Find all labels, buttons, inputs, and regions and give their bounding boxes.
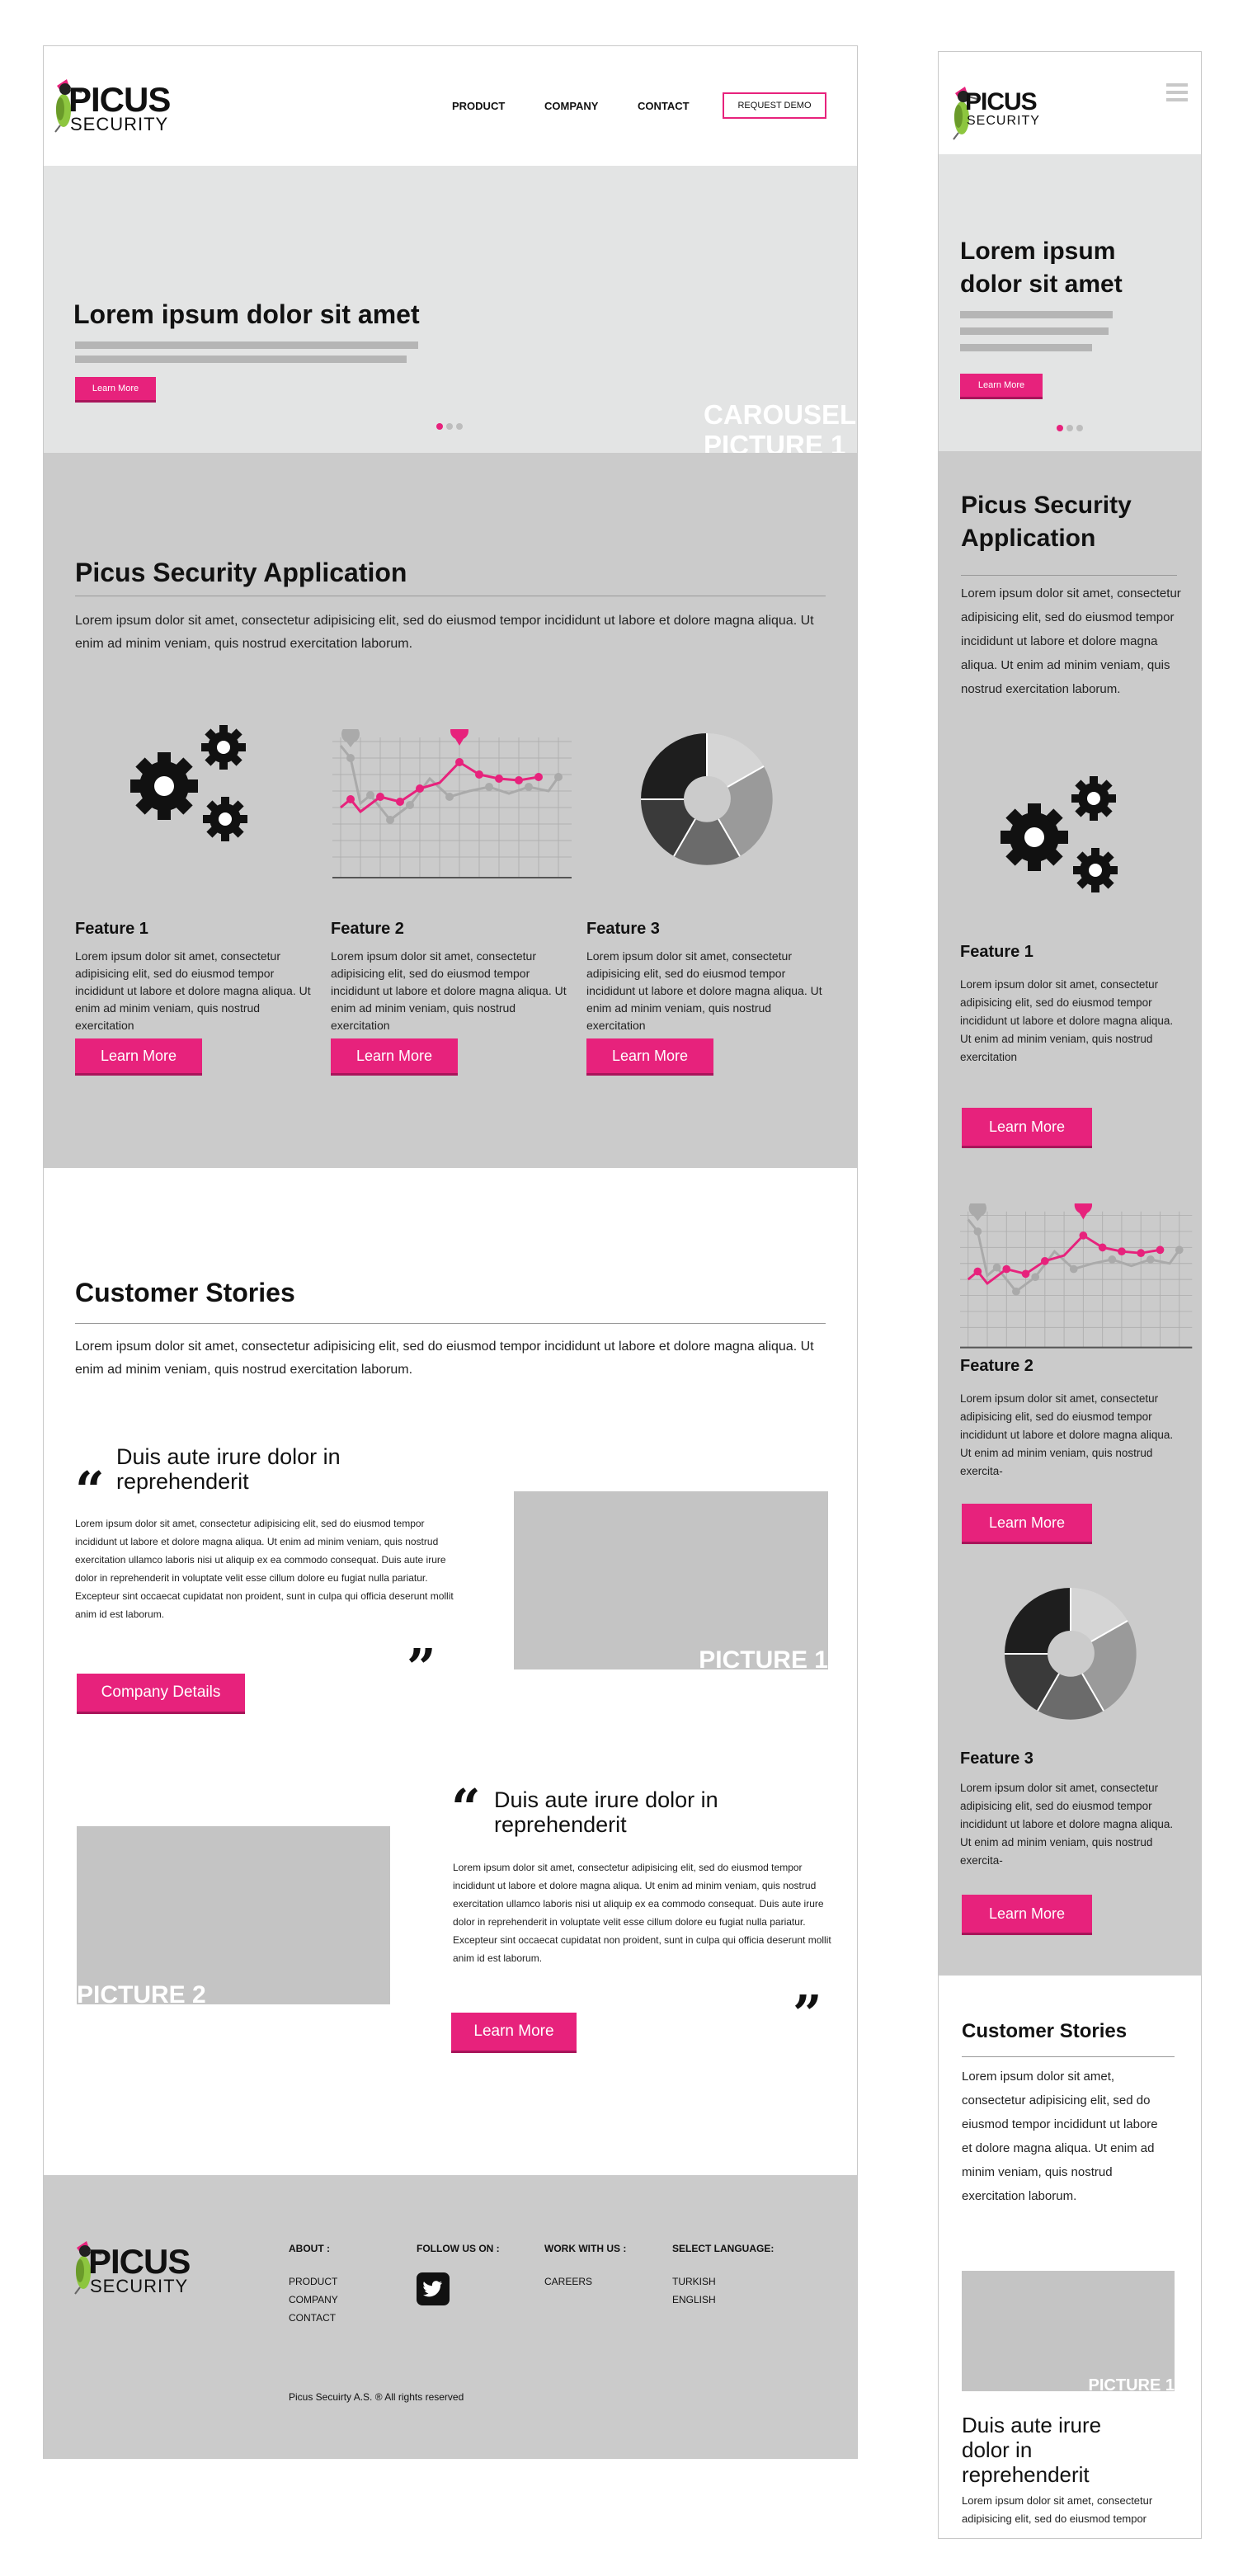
donut-chart-icon — [641, 733, 773, 865]
story-1-text: Lorem ipsum dolor sit amet, consectetur … — [75, 1518, 454, 1620]
desktop-frame: PICUS SECURITY PRODUCT COMPANY CONTACT R… — [43, 45, 858, 2459]
mobile-feature-1-text: Lorem ipsum dolor sit amet, consectetur … — [960, 978, 1174, 1063]
picture-1: PICTURE 1 — [514, 1491, 828, 1674]
logo-word: PICUS — [68, 80, 171, 119]
mobile-stories-text: Lorem ipsum dolor sit amet, consectetur … — [962, 2070, 1158, 2203]
feature-3-text: Lorem ipsum dolor sit amet, consectetur … — [586, 949, 822, 1032]
nav-contact[interactable]: CONTACT — [638, 100, 690, 112]
mobile-picture-1-label: PICTURE 1 — [1088, 2376, 1175, 2395]
logo[interactable]: PICUS SECURITY — [49, 78, 197, 135]
hero-line-1 — [75, 341, 418, 349]
footer: PICUS SECURITY ABOUT : PRODUCT COMPANY C… — [44, 2175, 857, 2458]
footer-copyright: Picus Secuirty A.S. ® All rights reserve… — [289, 2391, 464, 2403]
footer-logo-word: PICUS — [88, 2242, 191, 2281]
footer-about-product[interactable]: PRODUCT — [289, 2272, 337, 2291]
mobile-feature-1-title: Feature 1 — [960, 943, 1033, 961]
story-2-title: Duis aute irure dolor in reprehenderit — [494, 1787, 718, 1837]
mobile-hero-line-2 — [960, 327, 1109, 335]
story-2-text: Lorem ipsum dolor sit amet, consectetur … — [453, 1862, 831, 1964]
company-details-button[interactable]: Company Details — [77, 1674, 245, 1712]
footer-about-heading: ABOUT : — [289, 2243, 330, 2254]
mobile-feature-3-text: Lorem ipsum dolor sit amet, consectetur … — [960, 1782, 1174, 1867]
mobile-feature-2-learn-more-button[interactable]: Learn More — [962, 1504, 1092, 1542]
mobile-feature-2-title: Feature 2 — [960, 1357, 1033, 1375]
nav-company[interactable]: COMPANY — [544, 100, 598, 112]
hero-learn-more-button[interactable]: Learn More — [75, 377, 156, 400]
footer-work-careers[interactable]: CAREERS — [544, 2272, 592, 2291]
mobile-stories-title: Customer Stories — [962, 2020, 1128, 2042]
mobile-app-title: Picus Security Application — [961, 492, 1132, 552]
app-text: Lorem ipsum dolor sit amet, consectetur … — [75, 614, 814, 651]
hero-title: Lorem ipsum dolor sit amet — [73, 299, 420, 329]
mobile-feature-1-learn-more-button[interactable]: Learn More — [962, 1108, 1092, 1146]
footer-language-heading: SELECT LANGUAGE: — [672, 2243, 775, 2254]
hero-carousel: Lorem ipsum dolor sit amet Learn More CA… — [44, 166, 857, 460]
mobile-hero: Lorem ipsum dolor sit amet Learn More — [939, 154, 1201, 451]
mobile-picture-1: PICTURE 1 — [962, 2271, 1175, 2395]
story-2-learn-more-button[interactable]: Learn More — [451, 2013, 577, 2051]
carousel-dots[interactable] — [436, 423, 463, 430]
footer-about-company[interactable]: COMPANY — [289, 2291, 338, 2309]
quote-open-icon: “ — [75, 1460, 105, 1520]
mobile-feature-2-text: Lorem ipsum dolor sit amet, consectetur … — [960, 1392, 1174, 1477]
mobile-carousel-dots[interactable] — [1057, 425, 1083, 431]
quote-close-icon: ” — [407, 1637, 436, 1698]
quote-close-icon-2: ” — [793, 1984, 822, 2044]
request-demo-button[interactable]: REQUEST DEMO — [723, 92, 826, 119]
mobile-app-divider — [961, 575, 1177, 576]
mobile-hero-line-3 — [960, 344, 1092, 351]
app-title: Picus Security Application — [75, 558, 407, 587]
mobile-application-section: Picus Security Application Lorem ipsum d… — [939, 451, 1201, 1976]
feature-2-title: Feature 2 — [331, 920, 404, 938]
footer-logo-sub: SECURITY — [90, 2276, 189, 2296]
hamburger-menu-icon[interactable] — [1166, 83, 1188, 101]
footer-about-contact[interactable]: CONTACT — [289, 2309, 336, 2327]
quote-open-icon-2: “ — [451, 1778, 481, 1838]
mobile-donut-chart-icon — [1005, 1588, 1137, 1720]
mobile-hero-learn-more-button[interactable]: Learn More — [960, 374, 1043, 397]
mobile-story-text: Lorem ipsum dolor sit amet, consectetur … — [962, 2494, 1153, 2525]
hero-watermark: CAROUSEL PICTURE 1 — [704, 399, 856, 460]
footer-follow-heading: FOLLOW US ON : — [417, 2243, 500, 2254]
footer-language-turkish[interactable]: TURKISH — [672, 2272, 716, 2291]
mobile-story-title: Duis aute irure dolor in reprehenderit — [962, 2413, 1102, 2487]
hero-line-2 — [75, 356, 407, 363]
feature-2-text: Lorem ipsum dolor sit amet, consectetur … — [331, 949, 567, 1032]
mobile-feature-3-title: Feature 3 — [960, 1750, 1033, 1768]
application-section: Picus Security Application Lorem ipsum d… — [44, 453, 857, 1168]
mobile-line-chart-icon — [960, 1203, 1194, 1349]
mobile-frame: PICUS SECURITY Lorem ipsum dolor sit ame… — [938, 51, 1202, 2539]
mobile-feature-3-learn-more-button[interactable]: Learn More — [962, 1895, 1092, 1933]
picture-1-label: PICTURE 1 — [699, 1646, 828, 1674]
feature-3-title: Feature 3 — [586, 920, 660, 938]
mobile-hero-line-1 — [960, 311, 1113, 318]
gears-icon — [130, 725, 247, 841]
mobile-app-text: Lorem ipsum dolor sit amet, consectetur … — [961, 586, 1181, 696]
mobile-logo-sub: SECURITY — [967, 114, 1040, 128]
logo-sub: SECURITY — [70, 114, 169, 134]
nav-product[interactable]: PRODUCT — [452, 100, 505, 112]
mobile-hero-title: Lorem ipsum dolor sit amet — [960, 238, 1123, 298]
footer-logo[interactable]: PICUS SECURITY — [68, 2239, 217, 2297]
footer-language-english[interactable]: ENGLISH — [672, 2291, 716, 2309]
mobile-gears-icon — [1001, 776, 1118, 892]
stories-divider — [75, 1323, 826, 1324]
mobile-stories-divider — [962, 2056, 1175, 2057]
story-1-title: Duis aute irure dolor in reprehenderit — [116, 1444, 341, 1494]
mobile-logo[interactable]: PICUS SECURITY — [947, 85, 1062, 140]
feature-2-learn-more-button[interactable]: Learn More — [331, 1038, 458, 1073]
feature-1-text: Lorem ipsum dolor sit amet, consectetur … — [75, 949, 311, 1032]
feature-1-learn-more-button[interactable]: Learn More — [75, 1038, 202, 1073]
stories-text: Lorem ipsum dolor sit amet, consectetur … — [75, 1340, 814, 1377]
twitter-icon[interactable] — [417, 2272, 450, 2305]
mobile-logo-word: PICUS — [965, 88, 1038, 115]
footer-work-heading: WORK WITH US : — [544, 2243, 627, 2254]
picture-2-label: PICTURE 2 — [77, 1981, 206, 2009]
feature-1-title: Feature 1 — [75, 920, 148, 938]
stories-title: Customer Stories — [75, 1278, 295, 1307]
line-chart-icon — [332, 729, 572, 879]
picture-2: PICTURE 2 — [77, 1826, 390, 2009]
feature-3-learn-more-button[interactable]: Learn More — [586, 1038, 713, 1073]
